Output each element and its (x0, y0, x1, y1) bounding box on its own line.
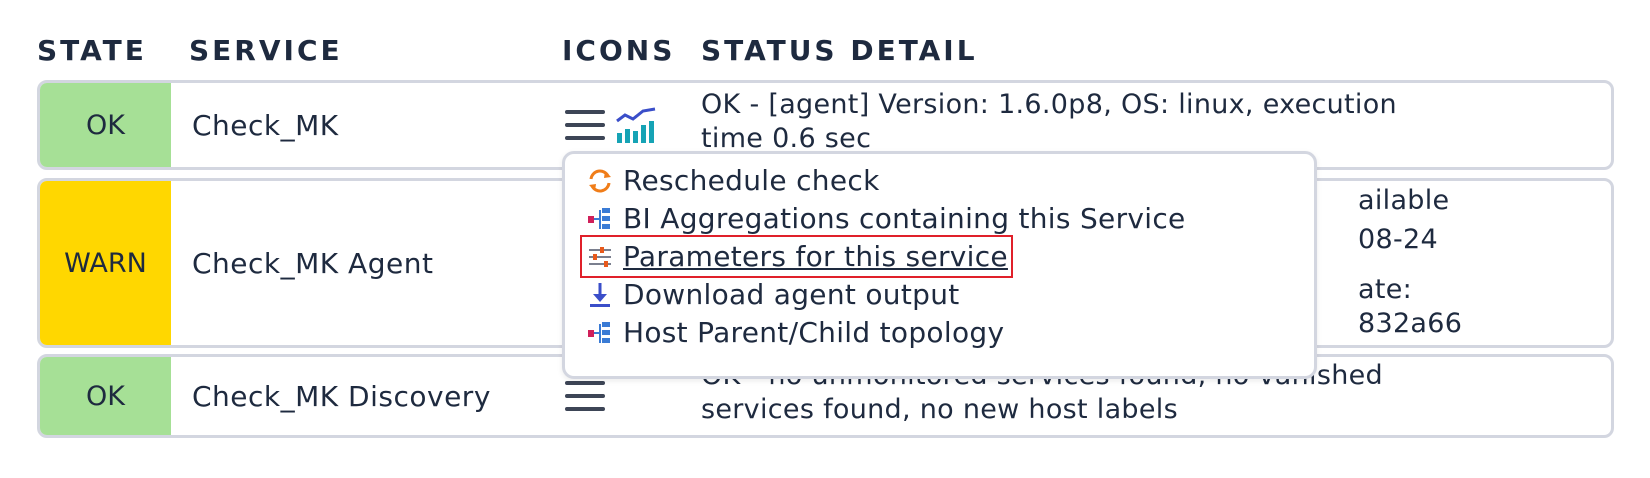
state-badge: OK (40, 357, 171, 435)
parameters-icon (585, 242, 615, 272)
topology-icon (585, 318, 615, 348)
service-name-link[interactable]: Check_MK Agent (192, 181, 433, 345)
menu-item-label: Download agent output (623, 278, 960, 311)
menu-item-label: Host Parent/Child topology (623, 316, 1005, 349)
bi-aggregation-icon (585, 204, 615, 234)
state-badge: WARN (40, 181, 171, 345)
hamburger-menu-icon[interactable] (565, 110, 605, 140)
reschedule-icon (585, 166, 615, 196)
status-detail-fragment: ailable (1358, 185, 1450, 216)
menu-item-label: Reschedule check (623, 164, 880, 197)
download-icon (585, 280, 615, 310)
header-icons: ICONS (562, 34, 676, 67)
host-topology-menu-item[interactable]: Host Parent/Child topology (585, 316, 1004, 349)
perfgraph-icon[interactable] (615, 105, 657, 145)
service-name-link[interactable]: Check_MK Discovery (192, 357, 491, 435)
status-detail-fragment: 832a66 (1358, 308, 1463, 339)
service-action-popup: Reschedule check BI Aggregations contain… (562, 151, 1317, 379)
status-detail-fragment: ate: (1358, 274, 1413, 305)
menu-item-label: Parameters for this service (623, 240, 1008, 273)
header-status-detail: STATUS DETAIL (701, 34, 978, 67)
state-badge: OK (40, 83, 171, 167)
status-detail: OK - [agent] Version: 1.6.0p8, OS: linux… (701, 89, 1397, 154)
reschedule-check-menu-item[interactable]: Reschedule check (585, 164, 880, 197)
parameters-menu-item[interactable]: Parameters for this service (580, 235, 1013, 278)
bi-aggregations-menu-item[interactable]: BI Aggregations containing this Service (585, 202, 1186, 235)
download-agent-output-menu-item[interactable]: Download agent output (585, 278, 960, 311)
menu-item-label: BI Aggregations containing this Service (623, 202, 1186, 235)
header-state: STATE (37, 34, 147, 67)
header-service: SERVICE (189, 34, 343, 67)
status-detail-fragment: 08-24 (1358, 224, 1438, 255)
service-name-link[interactable]: Check_MK (192, 83, 339, 167)
hamburger-menu-icon[interactable] (565, 381, 605, 411)
